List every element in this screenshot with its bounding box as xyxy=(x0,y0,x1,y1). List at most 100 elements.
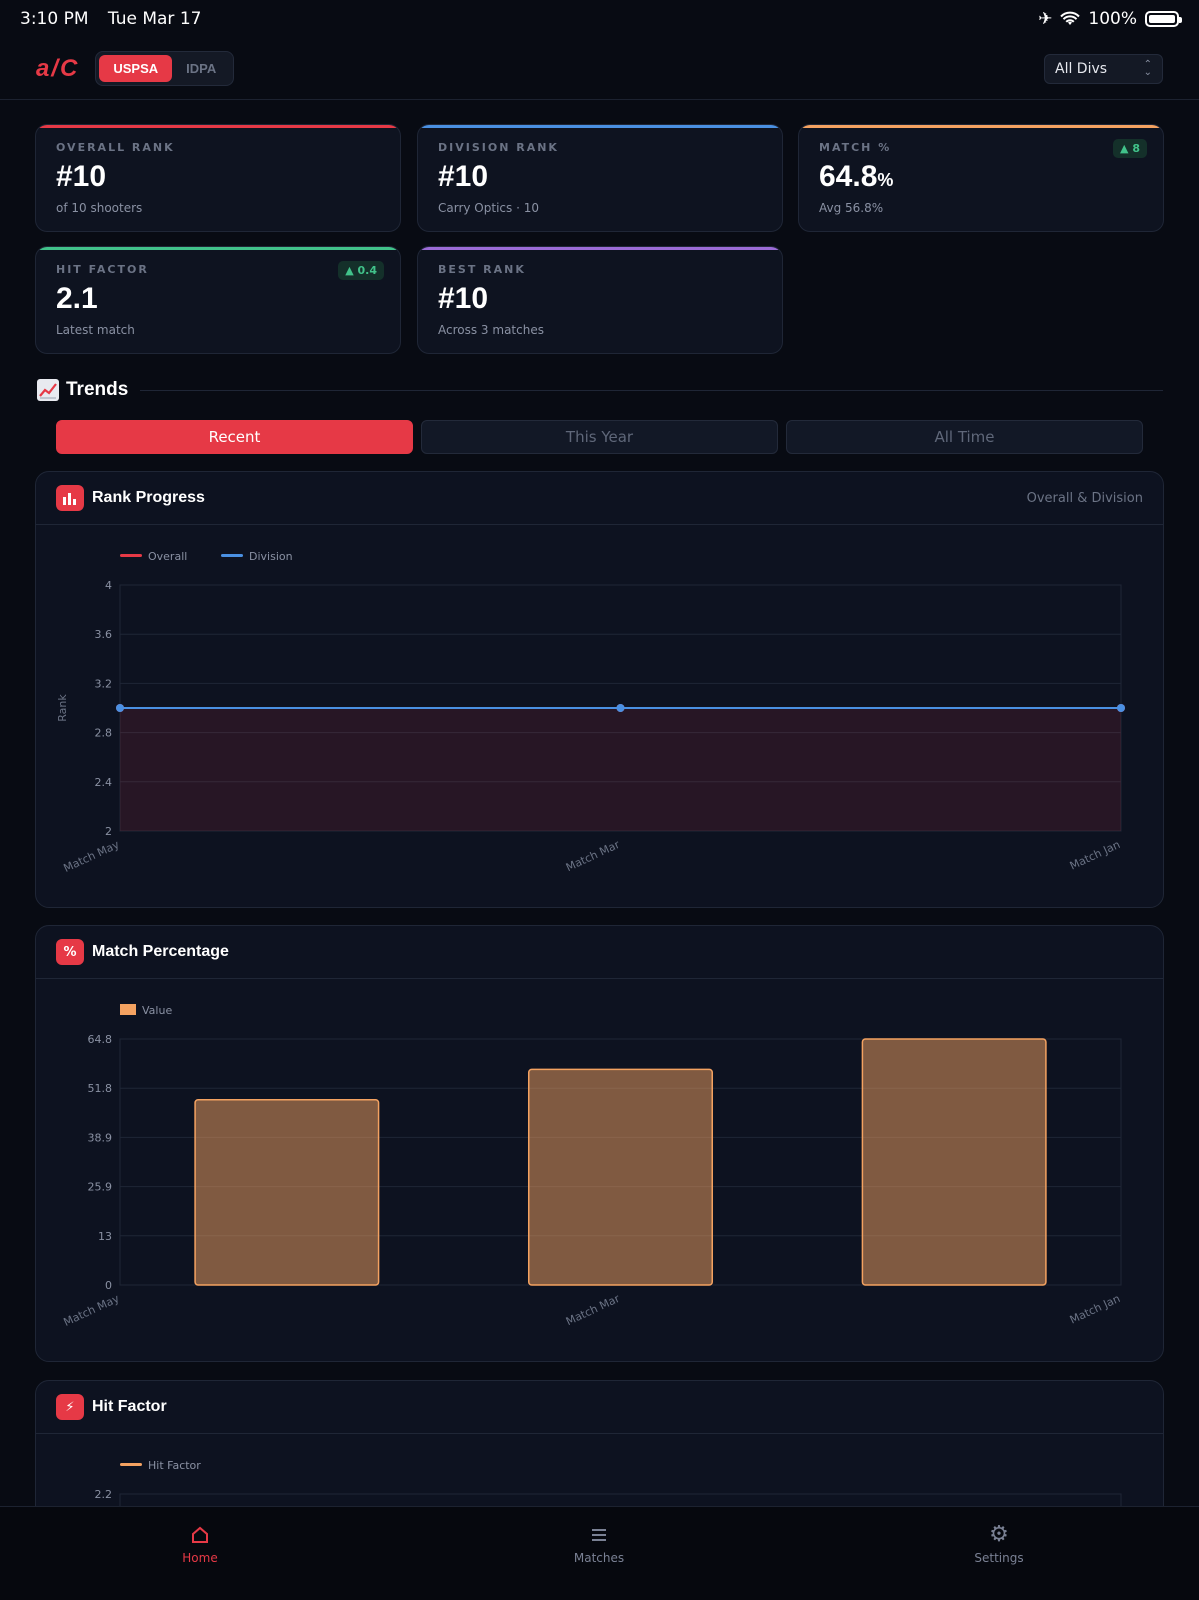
chart-increasing-icon xyxy=(36,378,60,402)
range-tab-all-time[interactable]: All Time xyxy=(786,420,1143,454)
bar xyxy=(194,1098,380,1286)
chart-title: Hit Factor xyxy=(92,1398,167,1415)
status-time: 3:10 PM xyxy=(20,9,89,29)
accent-bar xyxy=(799,125,1163,128)
tab-label: Matches xyxy=(573,1551,625,1565)
stat-value: #10 xyxy=(438,160,762,197)
status-right: ✈ 100% xyxy=(1038,9,1182,29)
y-tick-label: 2.8 xyxy=(95,727,113,740)
legend-swatch xyxy=(120,1004,136,1015)
x-tick-label: Match May xyxy=(62,1292,122,1329)
y-tick-label: 3.2 xyxy=(95,677,113,690)
x-tick-label: Match Jan xyxy=(1068,838,1122,873)
stat-unit: % xyxy=(877,170,894,190)
legend-label: Division xyxy=(249,550,293,563)
y-tick-label: 2.4 xyxy=(95,776,113,789)
rank-progress-card: Rank Progress Overall & Division Overall… xyxy=(35,471,1164,908)
stat-number: 64.8 xyxy=(819,160,878,193)
bar-chart-icon xyxy=(56,485,84,511)
stat-label: HIT FACTOR xyxy=(56,263,149,276)
sport-switcher: USPSA IDPA xyxy=(95,51,235,86)
section-divider xyxy=(140,389,1163,391)
chart-header: ⚡ Hit Factor xyxy=(36,1381,1163,1434)
delta-badge: ▲ 8 xyxy=(1113,139,1147,158)
app-logo: a/C xyxy=(36,54,80,82)
chart-header: Rank Progress Overall & Division xyxy=(36,472,1163,525)
stat-value: 2.1 xyxy=(56,282,380,319)
accent-bar xyxy=(36,247,400,250)
range-tab-recent[interactable]: Recent xyxy=(56,420,413,454)
overall-rank-card: OVERALL RANK #10 of 10 shooters xyxy=(35,124,401,232)
y-tick-label: 3.6 xyxy=(95,628,113,641)
stat-subtext: Avg 56.8% xyxy=(819,201,884,215)
percent-icon: % xyxy=(56,939,84,965)
y-tick-label: 38.9 xyxy=(88,1131,113,1144)
x-tick-label: Match May xyxy=(62,838,122,875)
match-percentage-chart: Value 64.8 51.8 38.9 25.9 13 0Match May Match M… xyxy=(62,1004,1122,1329)
legend-label: Hit Factor xyxy=(148,1459,201,1472)
sport-tab-idpa[interactable]: IDPA xyxy=(172,55,230,82)
stat-number: 2.1 xyxy=(56,282,98,315)
range-tabs: Recent This Year All Time xyxy=(56,420,1143,454)
y-tick-label: 25.9 xyxy=(88,1181,113,1194)
division-select[interactable]: All Divs ⌃ ⌄ xyxy=(1044,53,1163,84)
division-rank-card: DIVISION RANK #10 Carry Optics · 10 xyxy=(417,124,783,232)
tab-matches[interactable]: Matches xyxy=(539,1521,659,1565)
app-header: a/C USPSA IDPA All Divs ⌃ ⌄ xyxy=(0,38,1199,100)
tab-home[interactable]: Home xyxy=(140,1521,260,1565)
status-bar: 3:10 PM Tue Mar 17 ✈ 100% xyxy=(0,0,1199,38)
legend-swatch xyxy=(120,1463,142,1466)
stat-label: OVERALL RANK xyxy=(56,141,175,154)
stat-label: MATCH % xyxy=(819,141,892,154)
trends-heading: Trends xyxy=(36,374,1163,406)
chart-subtitle: Overall & Division xyxy=(1026,490,1143,506)
airplane-icon: ✈ xyxy=(1038,9,1053,29)
battery-percent: 100% xyxy=(1088,9,1137,29)
stat-subtext: of 10 shooters xyxy=(56,201,143,215)
list-icon xyxy=(539,1521,659,1549)
y-tick-label: 64.8 xyxy=(88,1033,113,1046)
tab-label: Home xyxy=(182,1551,218,1565)
legend-swatch xyxy=(221,554,243,557)
bar xyxy=(861,1038,1047,1286)
chart-title: Match Percentage xyxy=(92,943,229,960)
battery-icon xyxy=(1145,11,1182,27)
x-tick-label: Match Mar xyxy=(564,1292,622,1328)
gear-icon: ⚙ xyxy=(989,1522,1009,1547)
stat-subtext: Latest match xyxy=(56,323,135,337)
bar xyxy=(527,1068,714,1286)
accent-bar xyxy=(418,247,782,250)
rank-progress-chart: Overall Division 4 3.6 3.2 2.8 2.4 2 Rank Match M… xyxy=(56,550,1125,875)
data-point xyxy=(616,704,625,712)
sport-tab-uspsa[interactable]: USPSA xyxy=(99,55,173,82)
tab-settings[interactable]: ⚙ Settings xyxy=(939,1521,1059,1565)
bottom-tab-bar: Home Matches ⚙ Settings xyxy=(0,1506,1199,1600)
stat-number: #10 xyxy=(438,160,489,193)
trends-title: Trends xyxy=(66,379,129,400)
best-rank-card: BEST RANK #10 Across 3 matches xyxy=(417,246,783,354)
x-tick-label: Match Mar xyxy=(564,838,622,874)
wifi-icon xyxy=(1060,11,1081,25)
stat-number: #10 xyxy=(438,282,489,315)
stat-label: BEST RANK xyxy=(438,263,526,276)
chevron-up-down-icon: ⌃ ⌄ xyxy=(1143,58,1152,78)
stat-value: #10 xyxy=(56,160,380,197)
stat-value: 64.8% xyxy=(819,160,1143,197)
match-percent-card: MATCH % 64.8% Avg 56.8% ▲ 8 xyxy=(798,124,1164,232)
y-tick-label: 51.8 xyxy=(88,1082,113,1095)
stat-label: DIVISION RANK xyxy=(438,141,559,154)
status-date: Tue Mar 17 xyxy=(107,9,202,29)
range-tab-this-year[interactable]: This Year xyxy=(421,420,778,454)
accent-bar xyxy=(418,125,782,128)
home-icon xyxy=(140,1521,260,1549)
y-tick-label: 13 xyxy=(98,1230,112,1243)
legend-swatch xyxy=(120,554,142,557)
y-axis-label: Rank xyxy=(56,694,69,722)
stat-value: #10 xyxy=(438,282,762,319)
data-point xyxy=(1117,704,1125,712)
hit-factor-stat-card: HIT FACTOR 2.1 Latest match ▲ 0.4 xyxy=(35,246,401,354)
chart-header: % Match Percentage xyxy=(36,926,1163,979)
match-percentage-card: % Match Percentage Value 64.8 51.8 38.9 25.9… xyxy=(35,925,1164,1362)
division-select-value: All Divs xyxy=(1055,60,1108,77)
y-tick-label: 2 xyxy=(105,825,112,838)
